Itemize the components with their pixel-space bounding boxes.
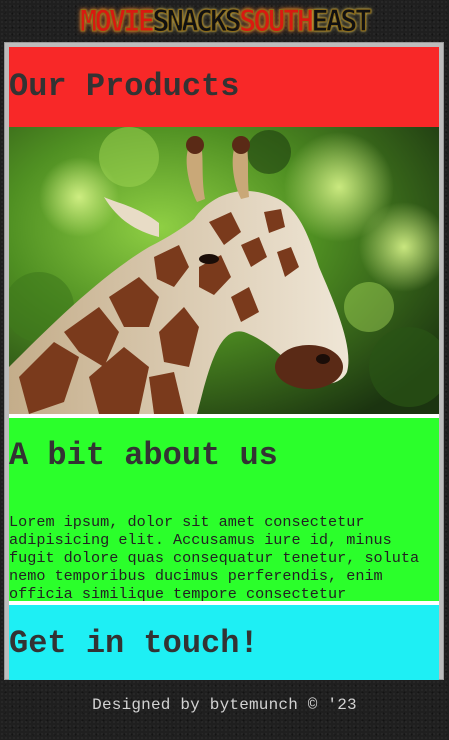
- site-logo[interactable]: MOVIESNACKSSOUTHEAST: [79, 3, 373, 38]
- logo-word-east: EAST: [311, 3, 373, 38]
- contact-section: Get in touch!: [9, 605, 439, 680]
- products-heading: Our Products: [9, 68, 240, 105]
- giraffe-photo: [9, 127, 439, 414]
- logo-word-south: SOUTH: [238, 3, 314, 38]
- about-heading: A bit about us: [9, 437, 278, 474]
- footer-credit: Designed by bytemunch © '23: [92, 696, 357, 714]
- about-body: Lorem ipsum, dolor sit amet consectetur …: [9, 513, 420, 601]
- contact-heading: Get in touch!: [9, 625, 259, 662]
- site-footer: Designed by bytemunch © '23: [0, 680, 449, 730]
- content-inner: Our Products A bit about us Lorem ipsum,…: [9, 47, 439, 680]
- about-section: A bit about us Lorem ipsum, dolor sit am…: [9, 418, 439, 601]
- logo-word-movie: MOVIE: [79, 3, 155, 38]
- logo-word-snacks: SNACKS: [152, 3, 243, 38]
- content-frame: Our Products A bit about us Lorem ipsum,…: [4, 42, 444, 680]
- site-header: MOVIESNACKSSOUTHEAST: [0, 0, 449, 42]
- products-section: Our Products: [9, 47, 439, 127]
